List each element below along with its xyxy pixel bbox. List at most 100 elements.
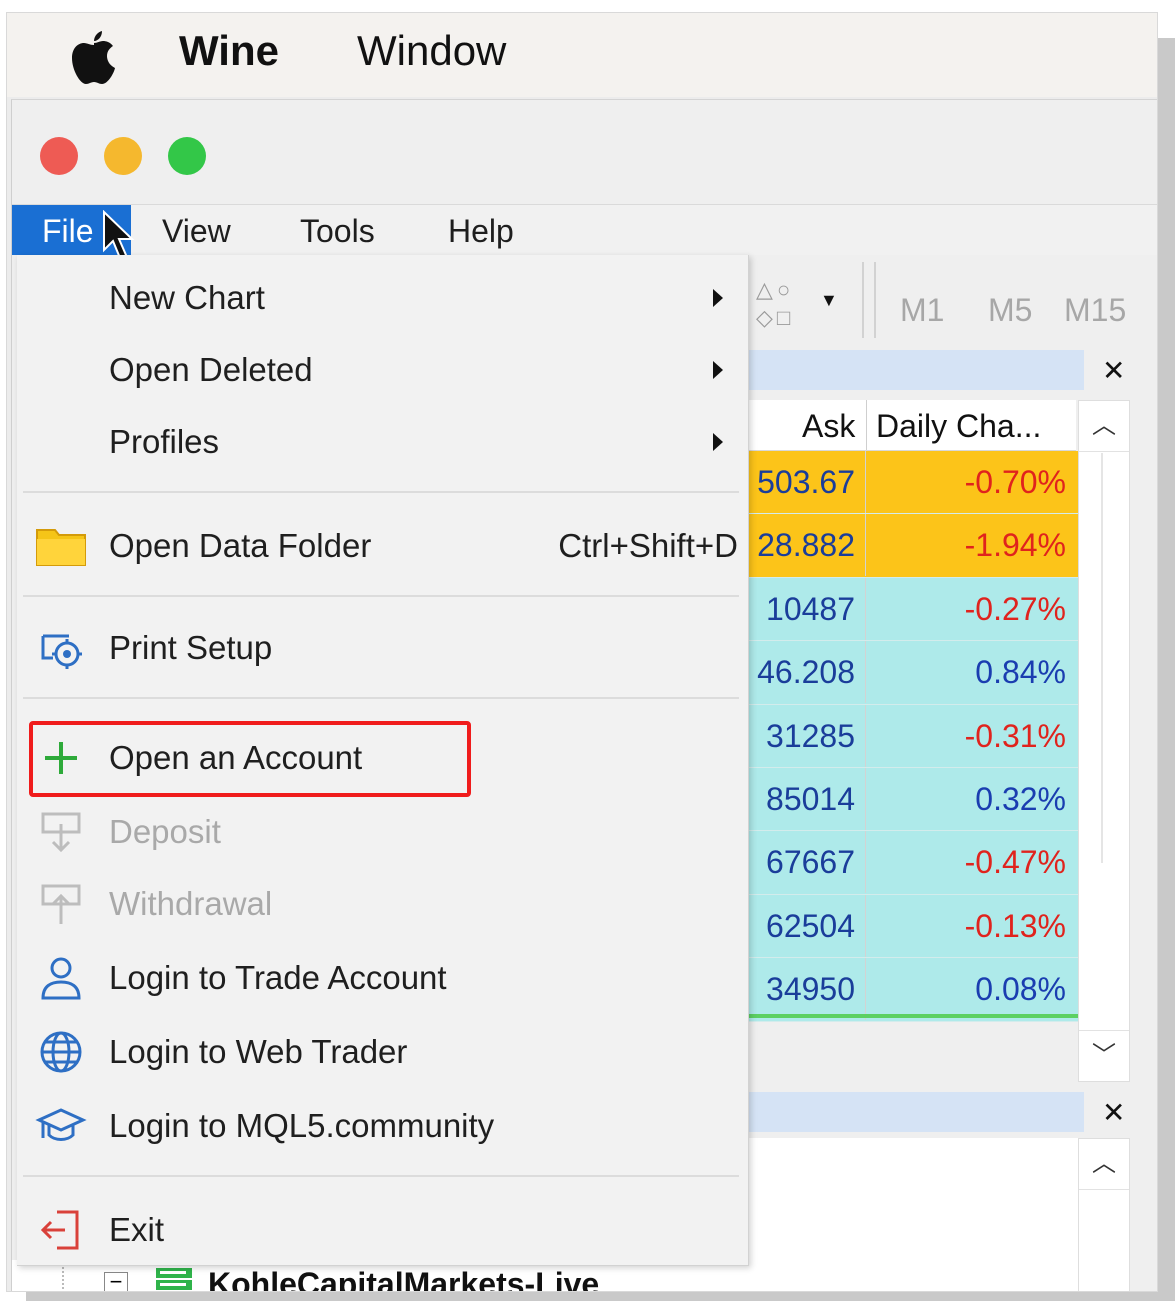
menu-item-label: Login to MQL5.community <box>109 1107 495 1144</box>
menu-item-label: Withdrawal <box>109 885 273 922</box>
exit-icon <box>40 1210 79 1250</box>
menu-item-print-setup[interactable]: Print Setup <box>17 613 748 683</box>
menu-item-exit[interactable]: Exit <box>17 1195 748 1265</box>
ask-cell: 85014 <box>746 767 866 830</box>
file-dropdown-menu: New Chart Open Deleted Profiles Open Dat… <box>17 255 749 1266</box>
daily-change-cell: -1.94% <box>964 527 1066 564</box>
timeframe-m15[interactable]: M15 <box>1064 292 1126 329</box>
menu-divider <box>23 1175 739 1177</box>
file-menu-label: File <box>42 213 94 249</box>
ask-cell: 28.882 <box>746 514 866 577</box>
wine-menu[interactable]: Wine <box>179 27 279 75</box>
daily-change-cell: -0.47% <box>964 844 1066 881</box>
table-row[interactable]: 62504 -0.13% <box>746 894 1078 959</box>
column-header-ask[interactable]: Ask <box>802 408 855 445</box>
globe-icon <box>40 1031 82 1073</box>
table-row[interactable]: 31285 -0.31% <box>746 704 1078 768</box>
tools-menu[interactable]: Tools <box>300 213 375 250</box>
app-menu-bar: File View Tools Help <box>12 205 1157 255</box>
column-header-daily-change[interactable]: Daily Cha... <box>876 408 1041 445</box>
daily-change-cell: 0.84% <box>975 654 1066 691</box>
market-watch-footer <box>746 1014 1078 1018</box>
deposit-icon <box>41 812 81 853</box>
navigator-titlebar <box>746 1092 1084 1132</box>
ask-cell: 67667 <box>746 831 866 894</box>
menu-item-login-trade[interactable]: Login to Trade Account <box>17 943 748 1013</box>
toolbar-separator <box>862 262 876 338</box>
menu-item-profiles[interactable]: Profiles <box>17 407 748 477</box>
scroll-up-icon[interactable]: ︿ <box>1079 1139 1129 1190</box>
menu-item-label: Open Data Folder <box>109 527 372 564</box>
menu-item-open-deleted[interactable]: Open Deleted <box>17 335 748 405</box>
navigator-scrollbar[interactable]: ︿ <box>1078 1138 1130 1291</box>
ask-cell: 10487 <box>746 577 866 640</box>
scroll-up-icon[interactable]: ︿ <box>1079 401 1129 452</box>
withdrawal-icon <box>41 884 81 924</box>
window-shadow <box>1156 38 1175 1301</box>
ask-cell: 31285 <box>746 704 866 767</box>
daily-change-cell: 0.32% <box>975 780 1066 817</box>
server-icon <box>156 1268 192 1290</box>
apple-icon[interactable] <box>69 27 119 87</box>
user-icon <box>41 957 81 1000</box>
market-watch-scrollbar[interactable]: ︿ ﹀ <box>1078 400 1130 1082</box>
menu-divider <box>23 697 739 699</box>
menu-item-label: Open Deleted <box>109 351 313 388</box>
help-menu[interactable]: Help <box>448 213 514 250</box>
scroll-track <box>1101 453 1103 863</box>
window-menu[interactable]: Window <box>357 27 506 75</box>
close-window-button[interactable] <box>40 137 78 175</box>
table-row[interactable]: 85014 0.32% <box>746 767 1078 832</box>
print-setup-gear-icon <box>41 634 82 669</box>
menu-item-label: Exit <box>109 1211 165 1248</box>
menu-item-login-mql5[interactable]: Login to MQL5.community <box>17 1091 748 1161</box>
scroll-down-icon[interactable]: ﹀ <box>1079 1030 1129 1081</box>
menu-item-deposit: Deposit <box>17 797 748 867</box>
view-menu[interactable]: View <box>162 213 231 250</box>
submenu-arrow-icon <box>713 289 723 307</box>
market-watch-titlebar <box>746 350 1084 390</box>
submenu-arrow-icon <box>713 433 723 451</box>
server-name[interactable]: KohleCapitalMarkets-Live <box>208 1266 599 1291</box>
menu-item-new-chart[interactable]: New Chart <box>17 263 748 333</box>
ask-cell: 62504 <box>746 894 866 957</box>
table-row[interactable]: 10487 -0.27% <box>746 577 1078 642</box>
market-watch-header: Ask Daily Cha... <box>746 400 1076 451</box>
menu-item-label: New Chart <box>109 279 265 316</box>
chevron-down-icon[interactable]: ▼ <box>820 290 838 311</box>
ask-cell: 34950 <box>746 958 866 1021</box>
daily-change-cell: -0.31% <box>964 717 1066 754</box>
daily-change-cell: -0.13% <box>964 907 1066 944</box>
zoom-window-button[interactable] <box>168 137 206 175</box>
menu-item-label: Login to Web Trader <box>109 1033 408 1070</box>
table-row[interactable]: 28.882 -1.94% <box>746 514 1078 578</box>
folder-icon <box>36 529 86 566</box>
collapse-icon[interactable]: − <box>104 1271 128 1291</box>
menu-item-login-web[interactable]: Login to Web Trader <box>17 1017 748 1087</box>
shapes-tool-icon[interactable]: △○ ◇□ <box>756 276 794 332</box>
mac-menu-bar: Wine Window <box>7 13 1157 97</box>
menu-item-open-data-folder[interactable]: Open Data Folder Ctrl+Shift+D <box>17 511 748 581</box>
graduation-cap-icon <box>35 1108 87 1141</box>
table-row[interactable]: 34950 0.08% <box>746 958 1078 1022</box>
minimize-window-button[interactable] <box>104 137 142 175</box>
close-icon[interactable]: ✕ <box>1102 354 1125 387</box>
menu-item-label: Login to Trade Account <box>109 959 447 996</box>
menu-item-label: Profiles <box>109 423 220 460</box>
ask-cell: 46.208 <box>746 641 866 704</box>
table-row[interactable]: 67667 -0.47% <box>746 831 1078 895</box>
market-watch-rows: 503.67 -0.70% 28.882 -1.94% 10487 -0.27% 46.20… <box>746 451 1078 1022</box>
table-row[interactable]: 503.67 -0.70% <box>746 451 1078 515</box>
table-row[interactable]: 46.208 0.84% <box>746 641 1078 705</box>
timeframe-m1[interactable]: M1 <box>900 292 944 329</box>
daily-change-cell: -0.70% <box>964 464 1066 500</box>
menu-divider <box>23 595 739 597</box>
daily-change-cell: -0.27% <box>964 590 1066 627</box>
screen: Wine Window File View Tools Help △○ ◇□ ▼ … <box>6 12 1158 1292</box>
menu-item-label: Print Setup <box>109 629 273 666</box>
timeframe-m5[interactable]: M5 <box>988 292 1032 329</box>
close-icon[interactable]: ✕ <box>1102 1096 1125 1129</box>
menu-item-label: Deposit <box>109 813 221 850</box>
navigator-body <box>746 1138 1078 1291</box>
submenu-arrow-icon <box>713 361 723 379</box>
